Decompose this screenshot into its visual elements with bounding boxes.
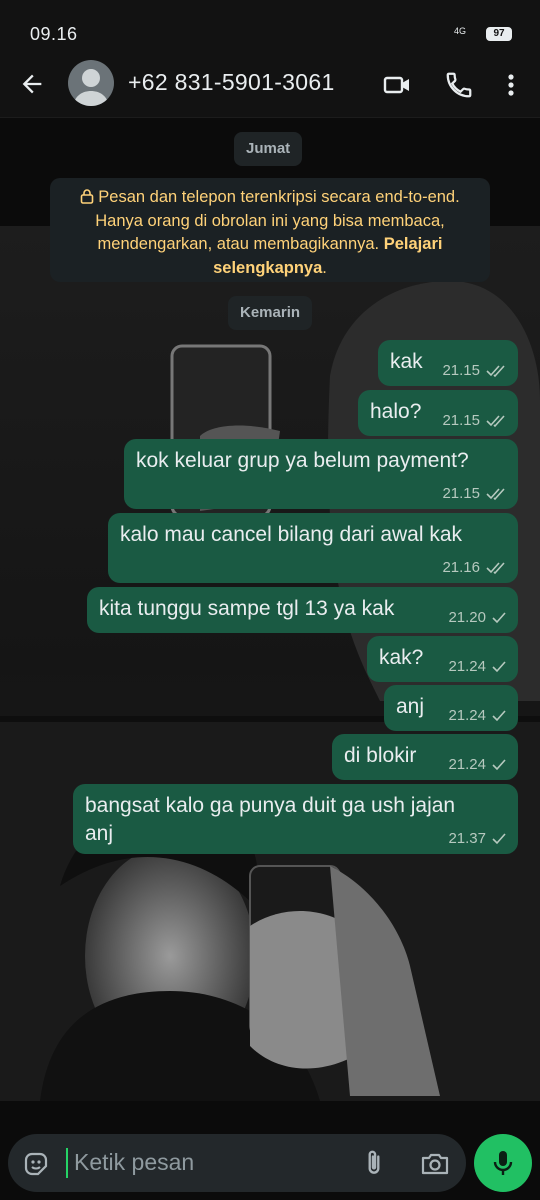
message-text: di blokir <box>344 744 417 767</box>
double-check-icon <box>486 414 505 427</box>
date-chip-yesterday: Kemarin <box>228 296 313 330</box>
message-text: kak? <box>379 646 424 669</box>
message-bubble[interactable]: halo? 21.15 <box>358 390 518 436</box>
message-text: kalo mau cancel bilang dari awal kak <box>120 523 463 546</box>
message-input[interactable]: Ketik pesan <box>8 1134 466 1192</box>
single-check-icon <box>492 832 506 844</box>
composer-bar: Ketik pesan <box>0 1120 540 1200</box>
double-check-icon <box>486 487 505 500</box>
microphone-icon <box>493 1151 513 1175</box>
battery-indicator: 97 <box>486 27 512 41</box>
back-arrow-icon[interactable] <box>18 70 46 98</box>
double-check-icon <box>486 364 505 377</box>
message-time: 21.16 <box>442 559 480 576</box>
message-time: 21.24 <box>448 658 486 675</box>
message-bubble[interactable]: kak? 21.24 <box>367 636 518 682</box>
voice-call-icon[interactable] <box>444 70 474 100</box>
more-options-icon[interactable] <box>500 70 522 100</box>
camera-icon[interactable] <box>420 1149 450 1177</box>
avatar[interactable] <box>68 60 114 106</box>
message-text: kok keluar grup ya belum payment? <box>136 449 469 472</box>
message-text: kita tunggu sampe tgl 13 ya kak <box>99 597 395 620</box>
message-bubble[interactable]: kalo mau cancel bilang dari awal kak 21.… <box>108 513 518 583</box>
single-check-icon <box>492 611 506 623</box>
message-time: 21.15 <box>442 412 480 429</box>
message-text: anj <box>396 695 425 718</box>
message-bubble[interactable]: kak 21.15 <box>378 340 518 386</box>
voice-message-button[interactable] <box>474 1134 532 1192</box>
default-avatar-icon <box>73 69 109 106</box>
message-bubble[interactable]: di blokir 21.24 <box>332 734 518 780</box>
message-time: 21.24 <box>448 707 486 724</box>
message-bubble[interactable]: kok keluar grup ya belum payment? 21.15 <box>124 439 518 509</box>
message-time: 21.24 <box>448 756 486 773</box>
lock-icon <box>80 189 94 204</box>
chat-header: +62 831-5901-3061 <box>0 52 540 118</box>
video-call-icon[interactable] <box>382 70 412 100</box>
single-check-icon <box>492 758 506 770</box>
message-time: 21.20 <box>448 609 486 626</box>
message-text: halo? <box>370 400 422 423</box>
encryption-notice[interactable]: Pesan dan telepon terenkripsi secara end… <box>50 178 490 282</box>
message-time: 21.15 <box>442 362 480 379</box>
contact-name[interactable]: +62 831-5901-3061 <box>128 69 335 96</box>
double-check-icon <box>486 561 505 574</box>
single-check-icon <box>492 660 506 672</box>
network-indicator: 4G <box>454 26 467 36</box>
attachment-icon[interactable] <box>360 1148 388 1178</box>
message-text: kak <box>390 350 423 373</box>
status-time: 09.16 <box>30 24 78 44</box>
message-bubble[interactable]: anj 21.24 <box>384 685 518 731</box>
message-text: bangsat kalo ga punya duit ga ush jajan <box>85 794 456 817</box>
date-chip-friday: Jumat <box>234 132 303 166</box>
notice-trailing: . <box>322 258 327 277</box>
message-time: 21.37 <box>448 830 486 847</box>
single-check-icon <box>492 709 506 721</box>
message-bubble[interactable]: kita tunggu sampe tgl 13 ya kak 21.20 <box>87 587 518 633</box>
sticker-icon[interactable] <box>22 1150 50 1178</box>
message-bubble[interactable]: bangsat kalo ga punya duit ga ush jajan … <box>73 784 518 854</box>
input-placeholder: Ketik pesan <box>74 1149 195 1175</box>
message-time: 21.15 <box>442 485 480 502</box>
message-text-line2: anj <box>85 822 114 845</box>
text-caret <box>66 1148 68 1178</box>
